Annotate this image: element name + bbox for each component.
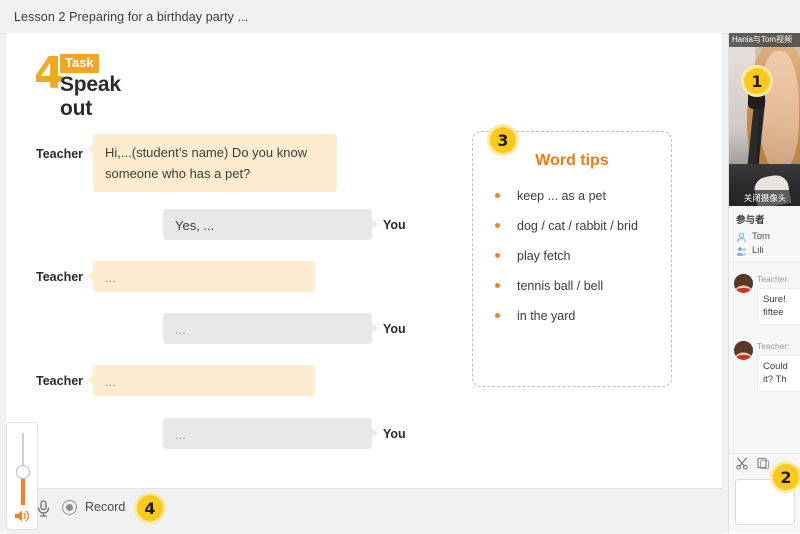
chat-sender: Teacher: bbox=[757, 274, 800, 285]
video-panel[interactable]: Hania与Tom视频 关闭摄像头 bbox=[729, 33, 800, 206]
chat-sender: Teacher: bbox=[757, 341, 800, 352]
chat-messages: Teacher: Sure! fiftee Teacher: Could bbox=[729, 263, 800, 392]
bullet-icon bbox=[495, 253, 500, 258]
you-bubble[interactable]: ... bbox=[163, 418, 372, 449]
avatar bbox=[734, 274, 753, 293]
record-button[interactable]: Record bbox=[62, 500, 125, 515]
chat-message: Teacher: Could it? Th bbox=[729, 325, 800, 392]
participant-row[interactable]: Tom bbox=[729, 230, 800, 244]
close-camera-button[interactable]: 关闭摄像头 bbox=[729, 190, 800, 206]
word-tip-item: tennis ball / bell bbox=[495, 278, 671, 294]
speaker-label: You bbox=[383, 321, 406, 337]
task-subtitle: Speak out bbox=[60, 73, 121, 121]
chat-line: fiftee bbox=[763, 306, 800, 319]
avatar bbox=[734, 341, 753, 360]
people-icon bbox=[736, 246, 747, 257]
app-root: Lesson 2 Preparing for a birthday party … bbox=[0, 0, 800, 533]
word-tip-item: dog / cat / rabbit / brid bbox=[495, 218, 671, 234]
scissors-icon[interactable] bbox=[736, 457, 749, 470]
word-tip-text: in the yard bbox=[517, 309, 575, 323]
microphone-icon[interactable] bbox=[36, 500, 51, 522]
you-bubble[interactable]: Yes, ... bbox=[163, 209, 372, 240]
chat-line: it? Th bbox=[763, 373, 800, 386]
dialogue-row: ... You bbox=[163, 418, 406, 449]
dialogue-row: Yes, ... You bbox=[163, 209, 406, 240]
video-title: Hania与Tom视频 bbox=[729, 33, 800, 47]
speaker-label: You bbox=[383, 217, 406, 233]
word-tip-text: dog / cat / rabbit / brid bbox=[517, 219, 638, 233]
teacher-bubble: ... bbox=[93, 365, 315, 396]
word-tip-item: play fetch bbox=[495, 248, 671, 264]
bullet-icon bbox=[495, 283, 500, 288]
teacher-bubble: ... bbox=[93, 261, 315, 292]
word-tip-item: keep ... as a pet bbox=[495, 188, 671, 204]
dialogue-row: ... You bbox=[163, 313, 406, 344]
bullet-icon bbox=[495, 223, 500, 228]
word-tip-text: tennis ball / bell bbox=[517, 279, 603, 293]
chat-message: Teacher: Sure! fiftee bbox=[729, 268, 800, 325]
emoji-icon[interactable] bbox=[757, 457, 770, 470]
lesson-title: Lesson 2 Preparing for a birthday party … bbox=[14, 10, 248, 24]
dialogue-row: Teacher Hi,...(student’s name) Do you kn… bbox=[36, 134, 337, 192]
participant-name: Lili bbox=[752, 245, 764, 257]
chat-bubble: Sure! fiftee bbox=[757, 288, 800, 325]
word-tips-list: keep ... as a pet dog / cat / rabbit / b… bbox=[473, 188, 671, 324]
person-icon bbox=[736, 232, 747, 243]
dialogue-row: Teacher ... bbox=[36, 365, 315, 396]
chat-line: Could bbox=[763, 360, 800, 373]
word-tips-panel: Word tips keep ... as a pet dog / cat / … bbox=[472, 131, 672, 387]
step-badge-2: 2 bbox=[770, 461, 800, 493]
record-dot-icon bbox=[62, 500, 77, 515]
word-tip-text: play fetch bbox=[517, 249, 571, 263]
bullet-icon bbox=[495, 313, 500, 318]
record-label: Record bbox=[85, 500, 125, 515]
speaker-label: You bbox=[383, 426, 406, 442]
chat-bubble: Could it? Th bbox=[757, 355, 800, 392]
word-tip-item: in the yard bbox=[495, 308, 671, 324]
bullet-icon bbox=[495, 193, 500, 198]
you-bubble[interactable]: ... bbox=[163, 313, 372, 344]
dialogue-row: Teacher ... bbox=[36, 261, 315, 292]
conference-sidebar: Hania与Tom视频 关闭摄像头 参与者 Tom bbox=[728, 33, 800, 533]
participants-section: 参与者 Tom bbox=[729, 206, 800, 263]
participant-row[interactable]: Lili bbox=[729, 244, 800, 258]
speaker-icon[interactable] bbox=[14, 509, 32, 525]
chat-line: Sure! bbox=[763, 293, 800, 306]
task-chip-label: Task bbox=[60, 54, 99, 73]
teacher-bubble: Hi,...(student’s name) Do you know someo… bbox=[93, 134, 337, 192]
speaker-label: Teacher bbox=[36, 373, 83, 389]
speaker-label: Teacher bbox=[36, 269, 83, 285]
volume-handle[interactable] bbox=[16, 465, 30, 479]
lesson-topbar: Lesson 2 Preparing for a birthday party … bbox=[0, 0, 800, 34]
step-badge-3: 3 bbox=[487, 124, 519, 156]
word-tip-text: keep ... as a pet bbox=[517, 189, 606, 203]
participants-title: 参与者 bbox=[729, 212, 800, 226]
step-badge-1: 1 bbox=[741, 65, 773, 97]
volume-slider[interactable] bbox=[6, 422, 38, 530]
participant-name: Tom bbox=[752, 231, 770, 243]
step-badge-4: 4 bbox=[134, 492, 166, 524]
speaker-label: Teacher bbox=[36, 146, 83, 162]
